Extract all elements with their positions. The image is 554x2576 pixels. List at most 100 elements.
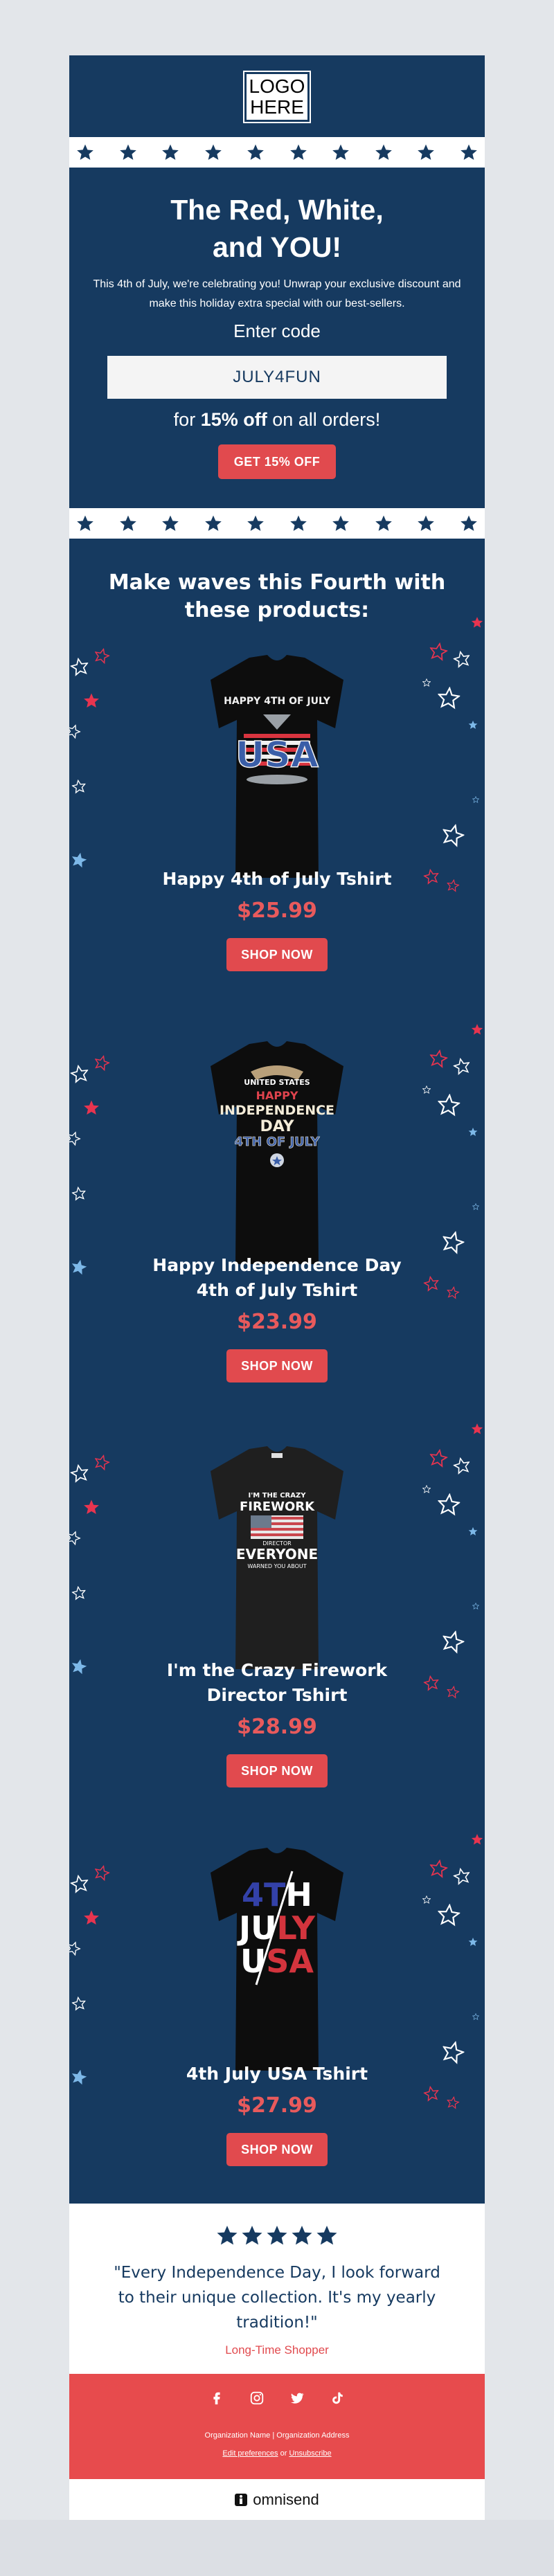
omnisend-logo-icon (235, 2493, 248, 2506)
star-icon (418, 144, 435, 160)
discount-code-box[interactable]: JULY4FUN (107, 356, 447, 399)
twitter-icon[interactable] (289, 2390, 305, 2406)
edit-preferences-link[interactable]: Edit preferences (222, 2449, 278, 2458)
product-image-3[interactable]: I'M THE CRAZY FIREWORK DIRECTOR EVERYONE… (208, 1443, 346, 1672)
decorative-star-icon (71, 779, 87, 794)
footer-links-separator: or (278, 2449, 289, 2458)
decorative-star-icon (442, 1630, 465, 1654)
code-label: Enter code (233, 321, 321, 341)
star-icon (289, 515, 307, 531)
product-name-line1: Happy 4th of July Tshirt (162, 869, 392, 889)
social-links (69, 2390, 485, 2406)
star-icon (289, 144, 307, 160)
viewport-bottom-bar (0, 2520, 554, 2576)
unsubscribe-link[interactable]: Unsubscribe (289, 2449, 331, 2458)
decorative-star-icon (471, 617, 483, 628)
shirt-print-text: HAPPY 4TH OF JULY (224, 696, 331, 707)
shirt-print-text: 4TH OF JULY (234, 1135, 320, 1149)
logo-text: LOGO HERE (249, 75, 305, 118)
rating-star-icon (292, 2226, 312, 2245)
email-body: LOGO HERE The Red, White, and YOU! This … (69, 55, 485, 2520)
shirt-print-text: DAY (260, 1118, 294, 1135)
decorative-star-icon (442, 2040, 465, 2064)
rating-star-icon (267, 2226, 287, 2245)
shop-now-button-4[interactable]: SHOP NOW (226, 2133, 328, 2166)
review-quote-line: tradition!" (236, 2314, 318, 2332)
decorative-star-icon (69, 1064, 89, 1083)
star-icon (162, 515, 179, 531)
tiktok-icon[interactable] (330, 2390, 345, 2406)
decorative-star-icon (471, 1834, 483, 1845)
decorative-star-icon (429, 642, 449, 661)
decorative-star-icon (71, 1259, 87, 1275)
shop-now-button-1[interactable]: SHOP NOW (226, 938, 328, 971)
decorative-star-icon (442, 1230, 465, 1254)
decorative-star-icon (69, 1941, 82, 1956)
product-name-3: I'm the Crazy Firework Director Tshirt (111, 1658, 443, 1708)
review-quote-line: "Every Independence Day, I look forward (114, 2264, 440, 2282)
facebook-icon[interactable] (209, 2390, 224, 2406)
star-icon (247, 515, 264, 531)
decorative-star-icon (94, 1054, 111, 1072)
decorative-star-icon (69, 724, 82, 739)
hero-title-line1: The Red, White, (170, 194, 384, 226)
logo[interactable]: LOGO HERE (243, 71, 311, 123)
shop-now-button-2[interactable]: SHOP NOW (226, 1349, 328, 1382)
star-icon (418, 515, 435, 531)
offer-suffix: on all orders! (267, 409, 381, 430)
decorative-star-icon (442, 823, 465, 847)
product-price-2: $23.99 (237, 1310, 317, 1334)
decorative-star-icon (429, 1049, 449, 1068)
shirt-print-text: HAPPY (256, 1089, 298, 1102)
shirt-print-text: EVERYONE (236, 1546, 318, 1562)
product-image-2[interactable]: UNITED STATES HAPPY INDEPENDENCE DAY 4TH… (208, 1038, 346, 1267)
decorative-star-icon (452, 1867, 470, 1886)
decorative-star-icon (429, 1448, 449, 1468)
star-icon (461, 515, 477, 531)
decorative-star-icon (69, 1874, 89, 1893)
decorative-star-icon (84, 1499, 99, 1514)
shirt-print-text: INDEPENDENCE (220, 1103, 334, 1118)
decorative-star-icon (71, 1585, 87, 1601)
decorative-star-icon (69, 1463, 89, 1483)
product-name-line2: Director Tshirt (206, 1685, 348, 1705)
decorative-star-icon (84, 1910, 99, 1925)
hero-title-line2: and YOU! (212, 231, 342, 263)
star-icon (119, 144, 136, 160)
get-discount-button[interactable]: GET 15% OFF (218, 444, 336, 479)
decorative-star-icon (452, 1057, 470, 1076)
instagram-icon[interactable] (249, 2390, 265, 2406)
star-icon (162, 144, 179, 160)
decorative-star-icon (446, 1685, 460, 1699)
product-name-1: Happy 4th of July Tshirt (111, 867, 443, 892)
products-title-line1: Make waves this Fourth with (108, 570, 446, 595)
offer-prefix: for (173, 409, 201, 430)
brand-strip: omnisend (69, 2479, 485, 2520)
decorative-star-icon (71, 852, 87, 868)
product-name-line2: 4th of July Tshirt (196, 1280, 358, 1300)
product-name-line1: 4th July USA Tshirt (186, 2064, 368, 2084)
product-price-3: $28.99 (237, 1715, 317, 1739)
products-title-line2: these products: (184, 598, 370, 622)
brand-name[interactable]: omnisend (253, 2491, 319, 2509)
decorative-star-icon (422, 1485, 431, 1493)
decorative-star-icon (437, 1493, 461, 1516)
shop-now-button-3[interactable]: SHOP NOW (226, 1754, 328, 1787)
star-icon (375, 515, 392, 531)
decorative-star-icon (94, 1864, 111, 1882)
rating-star-icon (316, 2226, 337, 2245)
decorative-star-icon (452, 1457, 470, 1475)
review-quote: "Every Independence Day, I look forward … (97, 2260, 457, 2335)
product-image-4[interactable]: 4TH JULY USA 4TH JULY USA (208, 1845, 346, 2073)
star-icon (332, 144, 350, 160)
decorative-star-icon (84, 693, 99, 708)
product-image-1[interactable]: HAPPY 4TH OF JULY USA (208, 652, 346, 881)
decorative-star-icon (446, 1286, 460, 1299)
decorative-star-icon (429, 1859, 449, 1878)
decorative-star-icon (69, 1131, 82, 1146)
decorative-star-icon (94, 647, 111, 665)
decorative-star-icon (422, 1895, 431, 1904)
decorative-star-icon (472, 796, 479, 803)
decorative-star-icon (71, 1186, 87, 1201)
rating-star-icon (242, 2226, 262, 2245)
